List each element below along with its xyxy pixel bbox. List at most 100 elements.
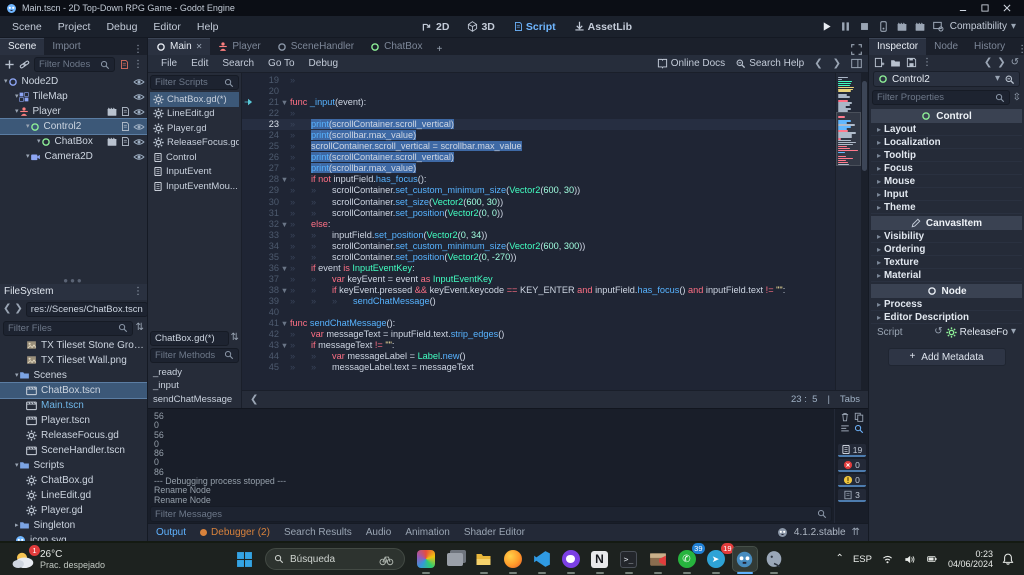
clear-output-icon[interactable] [840,412,850,422]
code-line-21[interactable]: 21 ▼ func _input(event): [242,97,835,108]
movie-badge-icon[interactable] [107,137,117,147]
scene-tab-main[interactable]: Main ✕ [148,38,211,55]
workspace-3d[interactable]: 3D [460,19,501,35]
taskbar-app-photos[interactable] [414,547,438,574]
link-online-docs[interactable]: Online Docs [657,58,725,69]
instance-scene-button[interactable] [19,59,30,70]
warning-count-toggle[interactable]: 0 [837,474,866,487]
script-item-lineedit-gd[interactable]: LineEdit.gd [150,107,239,122]
file-player-gd[interactable]: Player.gd [0,503,147,518]
code-line-45[interactable]: 45 » » messageLabel.text = messageText [242,362,835,373]
attach-script-button[interactable] [119,59,129,70]
sort-files-icon[interactable]: ⇅ [136,323,144,333]
tray-expand-icon[interactable]: ⌃ [836,554,844,564]
taskbar-app-telegram[interactable]: ➤ 19 [704,543,734,574]
pause-button[interactable] [840,21,851,32]
filesystem-path[interactable]: res://Scenes/ChatBox.tscn [31,304,143,315]
code-line-38[interactable]: 38 ▼»» if keyEvent.pressed && keyEvent.key… [242,285,835,296]
workspace-2d[interactable]: 2D [415,19,456,35]
bottom-tab-animation[interactable]: Animation [405,527,449,538]
section-header-control[interactable]: Control [871,109,1022,123]
add-metadata-button[interactable]: + Add Metadata [887,348,1006,366]
expand-all-icon[interactable]: ⇳ [1013,92,1021,103]
script-history-back-icon[interactable]: ❮ [814,58,822,69]
code-line-20[interactable]: 20 [242,86,835,97]
visibility-eye-icon[interactable] [133,106,145,118]
inspected-node-select[interactable]: Control2 ▾ [873,71,1020,87]
filter-messages-input[interactable]: Filter Messages [150,506,832,522]
property-group-layout[interactable]: ▸ Layout [871,123,1022,136]
load-resource-button[interactable] [890,58,901,68]
copy-output-icon[interactable] [854,412,864,422]
script-menu-debug[interactable]: Debug [302,57,345,70]
code-line-33[interactable]: 33»» inputField.set_position(Vector2(0, 3… [242,230,835,241]
menu-scene[interactable]: Scene [4,19,50,35]
taskbar-app-vscode[interactable] [530,547,554,574]
property-group-theme[interactable]: ▸ Theme [871,201,1022,214]
revert-icon[interactable]: ↺ [934,327,942,337]
tab-node[interactable]: Node [926,39,966,55]
code-line-22[interactable]: 22 » [242,108,835,119]
history-back-icon[interactable]: ❮ [984,57,992,68]
start-button[interactable] [233,547,257,571]
play-button[interactable] [821,21,832,32]
code-line-31[interactable]: 31»» scrollContainer.set_position(Vector2… [242,208,835,219]
close-tab-icon[interactable]: ✕ [196,42,203,51]
file-lineedit-gd[interactable]: LineEdit.gd [0,488,147,503]
file-singleton[interactable]: ▸ Singleton [0,518,147,533]
code-line-43[interactable]: 43 ▼» if messageText != "": [242,340,835,351]
clock[interactable]: 0:23 04/06/2024 [948,549,993,569]
script-menu-go-to[interactable]: Go To [261,57,302,70]
bottom-tab-audio[interactable]: Audio [366,527,392,538]
code-line-28[interactable]: 28 ▼» if not inputField.has_focus(): [242,174,835,185]
property-group-input[interactable]: ▸ Input [871,188,1022,201]
bottom-tab-debugger-2-[interactable]: Debugger (2) [200,527,270,538]
battery-icon[interactable] [925,554,939,564]
filter-scripts-input[interactable]: Filter Scripts [150,75,239,90]
script-item-player-gd[interactable]: Player.gd [150,121,239,136]
taskbar-app-notion[interactable]: N [588,547,612,574]
language-indicator[interactable]: ESP [853,554,872,565]
property-group-material[interactable]: ▸ Material [871,269,1022,282]
method-sendChatMessage[interactable]: sendChatMessage [150,393,239,407]
back-icon[interactable]: ❮ [3,304,11,314]
output-console[interactable]: 56 0 56 0 86 0 86 --- Debugging process stopped… [148,409,834,505]
file-scripts[interactable]: ▾ Scripts [0,458,147,473]
file-main-tscn[interactable]: Main.tscn [0,398,147,413]
taskbar-app-stack[interactable] [443,547,467,571]
property-group-focus[interactable]: ▸ Focus [871,162,1022,175]
menu-debug[interactable]: Debug [98,19,145,35]
code-minimap[interactable] [835,73,861,390]
code-line-30[interactable]: 30»» scrollContainer.set_size(Vector2(600… [242,197,835,208]
file-scenes[interactable]: ▾ Scenes [0,368,147,383]
script-history-forward-icon[interactable]: ❯ [833,58,841,69]
property-group-texture[interactable]: ▸ Texture [871,256,1022,269]
section-header-node[interactable]: Node [871,284,1022,298]
menu-editor[interactable]: Editor [145,19,188,35]
filesystem-menu-icon[interactable]: ⋮ [133,286,143,297]
fold-icon[interactable]: ▼ [279,340,290,351]
movie2-button[interactable] [915,22,925,32]
resource-menu-icon[interactable]: ⋮ [922,57,932,68]
script-badge-icon[interactable] [120,136,130,147]
bottom-tab-shader-editor[interactable]: Shader Editor [464,527,525,538]
fold-icon[interactable]: ▼ [279,285,290,296]
collapse-duplicates-icon[interactable] [840,424,850,434]
scene-tab-player[interactable]: Player [210,39,268,55]
visibility-eye-icon[interactable] [133,91,145,103]
editor-message-count-toggle[interactable]: 3 [837,489,866,502]
fold-icon[interactable]: ▼ [279,174,290,185]
property-group-editor-description[interactable]: ▸ Editor Description [871,311,1022,324]
scene-tab-scenehandler[interactable]: SceneHandler [269,39,362,55]
visibility-eye-icon[interactable] [133,136,145,148]
indent-mode[interactable]: Tabs [840,394,860,405]
workspace-script[interactable]: Script [506,19,563,35]
filter-nodes-input[interactable]: Filter Nodes [34,57,115,72]
code-scrollbar[interactable] [861,73,868,390]
taskbar-app-postgres[interactable] [762,547,786,574]
close-button[interactable] [996,1,1018,15]
new-resource-button[interactable] [874,57,885,68]
filter-properties-input[interactable]: Filter Properties [872,90,1010,105]
tab-inspector[interactable]: Inspector [869,38,927,55]
toggle-scripts-panel-icon[interactable]: ❮ [250,394,258,405]
